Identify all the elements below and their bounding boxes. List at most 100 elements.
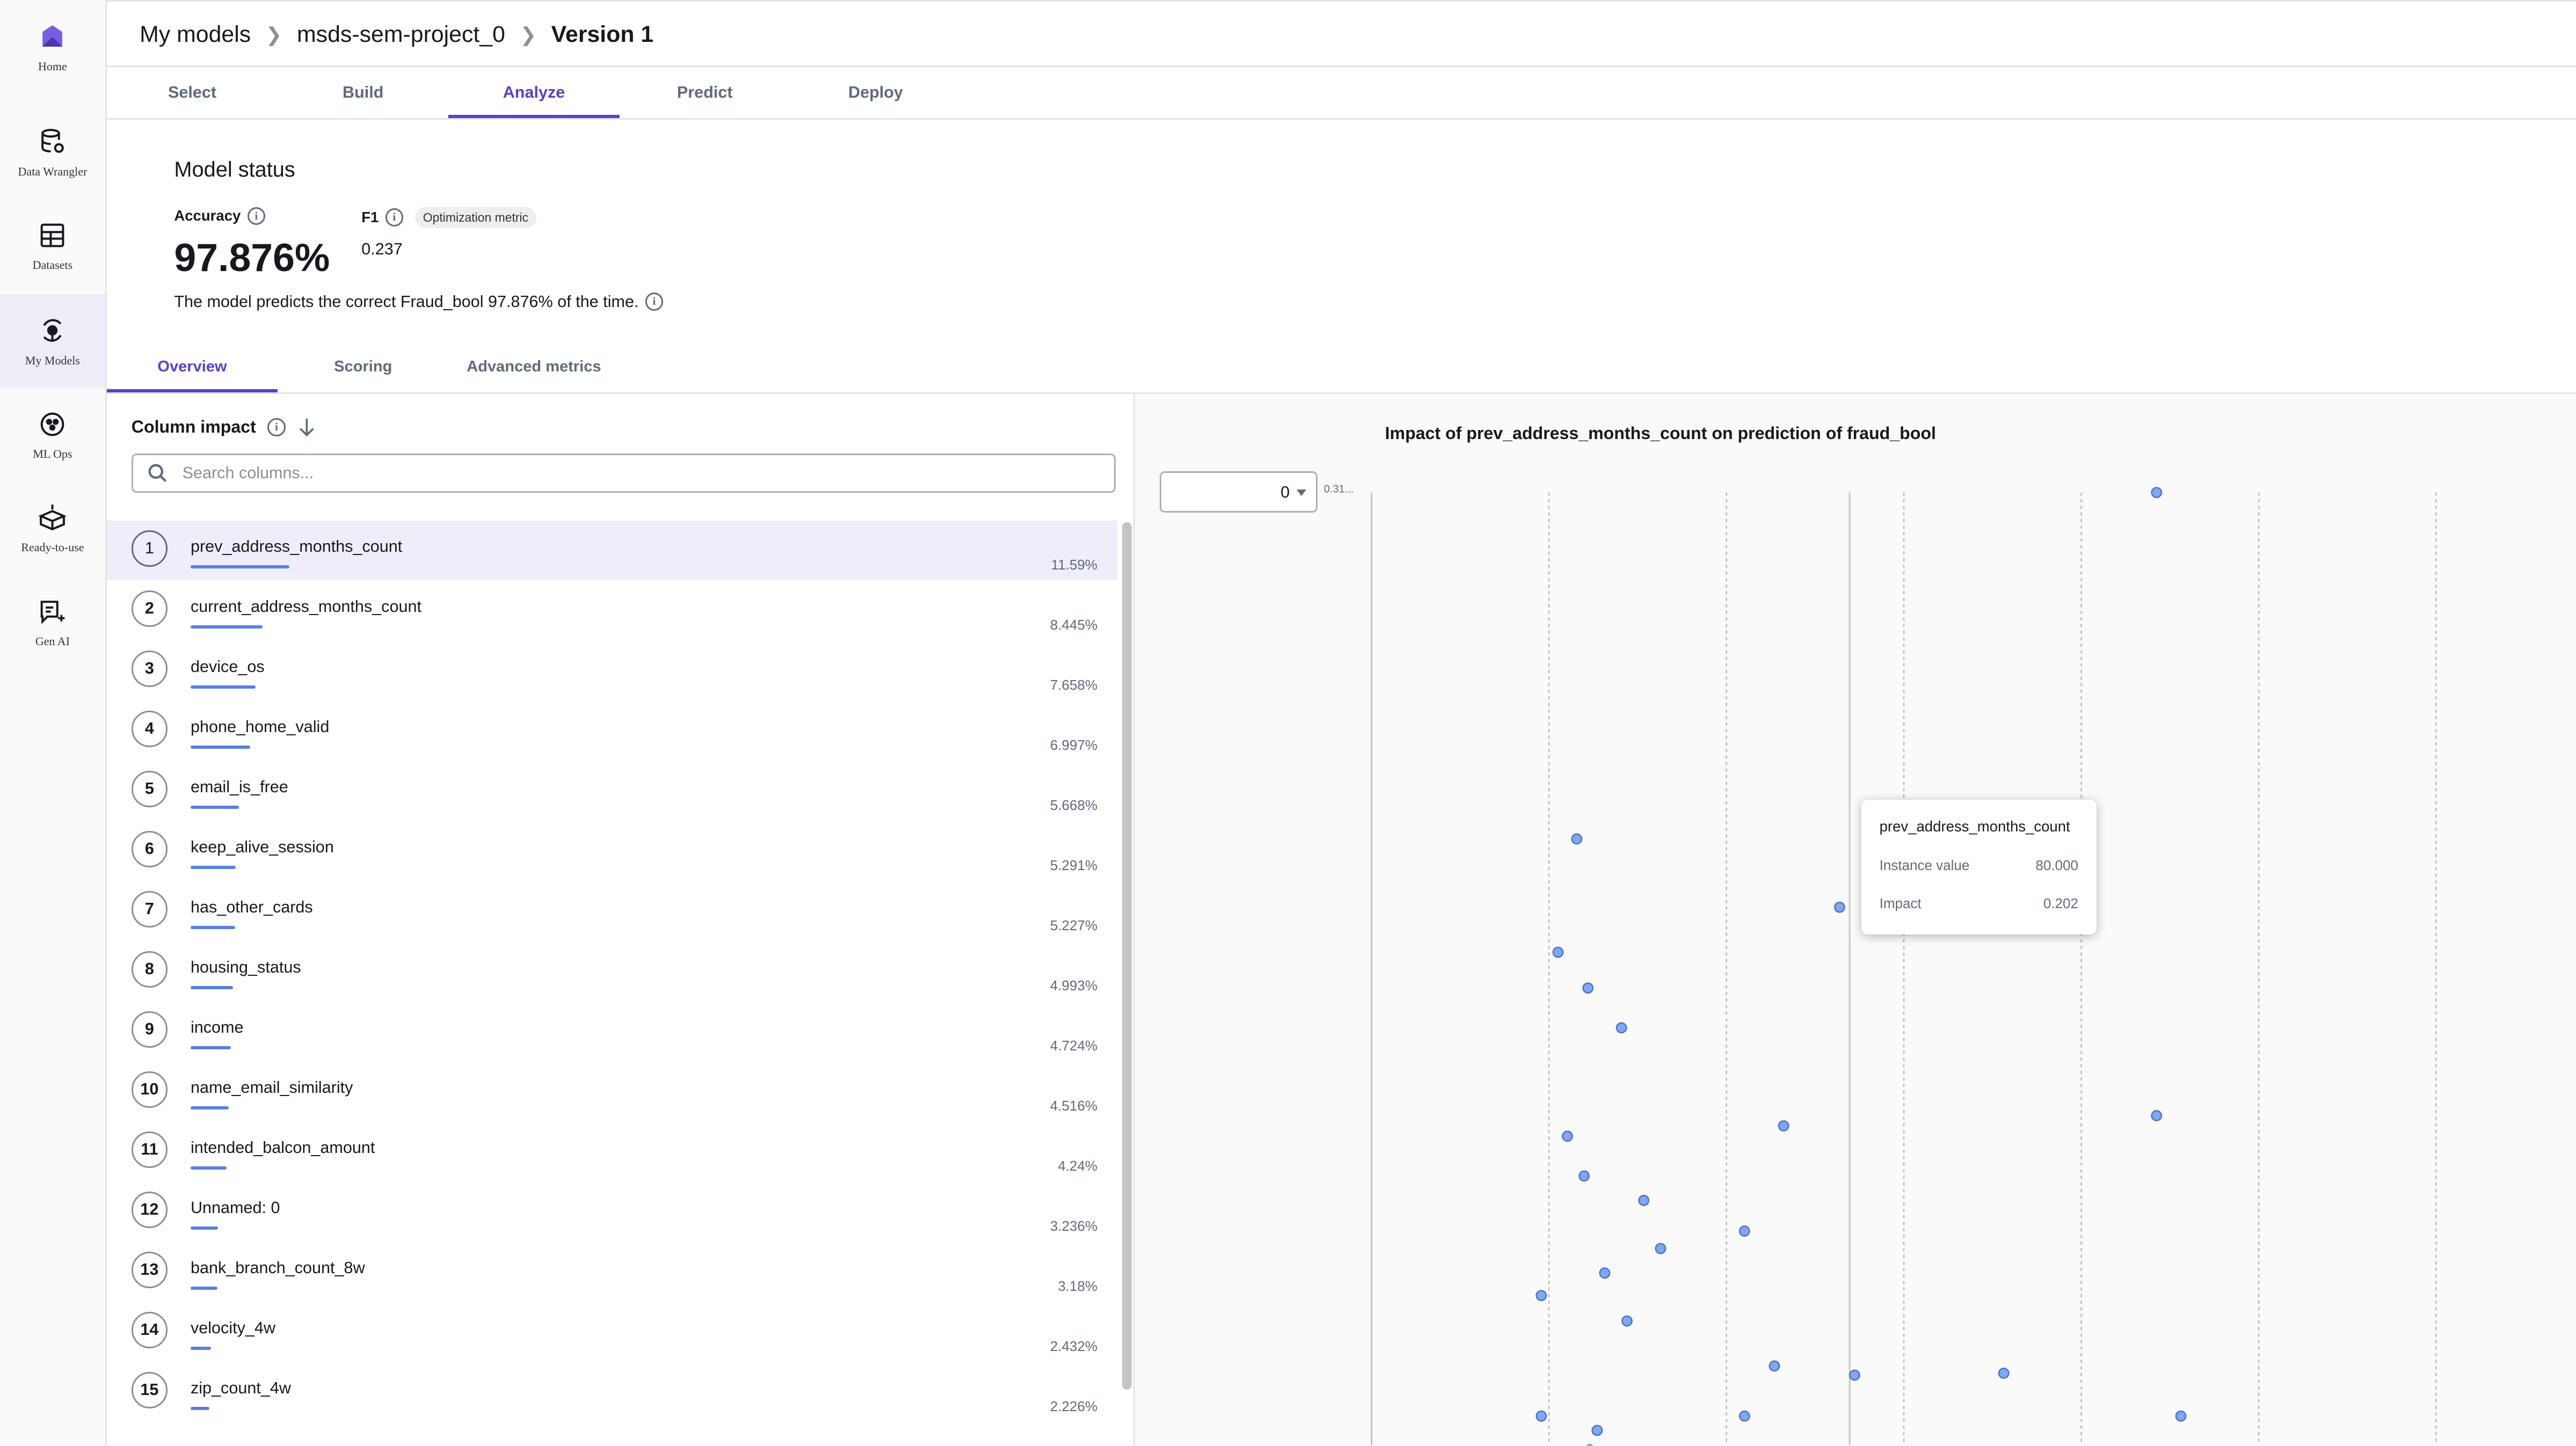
tab-select[interactable]: Select [107, 67, 278, 118]
class-select-value: 0 [1280, 483, 1290, 501]
model-description-text: The model predicts the correct Fraud_boo… [174, 292, 639, 311]
scatter-point[interactable] [1536, 1290, 1547, 1302]
tab-overview[interactable]: Overview [106, 341, 278, 393]
scatter-point[interactable] [1998, 1368, 2010, 1379]
top-border [106, 0, 2576, 2]
nav-label-ml-ops: ML Ops [33, 447, 72, 461]
tab-deploy[interactable]: Deploy [790, 67, 961, 118]
nav-item-my-models[interactable]: My Models [0, 294, 105, 388]
list-item[interactable]: 1 prev_address_months_count 11.59% [106, 521, 1117, 580]
scatter-point[interactable] [1599, 1267, 1611, 1279]
list-item[interactable]: 13 bank_branch_count_8w 3.18% [107, 1242, 1117, 1301]
list-item[interactable]: 8 housing_status 4.993% [107, 941, 1117, 1000]
scatter-point[interactable] [1655, 1243, 1667, 1254]
info-icon[interactable]: i [267, 418, 286, 436]
scatter-point[interactable] [1739, 1411, 1751, 1422]
tab-advanced-metrics[interactable]: Advanced metrics [448, 341, 619, 392]
scatter-point[interactable] [1552, 947, 1564, 958]
column-name: has_other_cards [190, 897, 313, 916]
scatter-point[interactable] [1849, 1370, 1861, 1381]
breadcrumb-my-models[interactable]: My models [140, 21, 251, 48]
nav-item-home[interactable]: Home [0, 0, 105, 93]
list-item[interactable]: 2 current_address_months_count 8.445% [107, 581, 1117, 640]
list-item[interactable]: 15 zip_count_4w 2.226% [107, 1362, 1117, 1421]
scatter-point[interactable] [1621, 1316, 1633, 1327]
impact-percent: 4.724% [1050, 1038, 1098, 1054]
tab-build[interactable]: Build [278, 67, 448, 118]
list-scrollbar[interactable] [1122, 522, 1132, 1390]
rank-badge: 9 [131, 1011, 168, 1048]
scatter-point[interactable] [1562, 1130, 1574, 1142]
f1-value: 0.237 [361, 239, 403, 258]
optimization-metric-badge: Optimization metric [414, 207, 537, 228]
info-icon[interactable]: i [385, 208, 404, 227]
breadcrumb-project[interactable]: msds-sem-project_0 [297, 21, 505, 48]
impact-percent: 2.432% [1050, 1338, 1098, 1355]
list-item[interactable]: 6 keep_alive_session 5.291% [107, 821, 1117, 880]
model-description: The model predicts the correct Fraud_boo… [174, 292, 664, 311]
nav-item-gen-ai[interactable]: Gen AI [0, 575, 105, 668]
f1-label-group: F1 i Optimization metric [361, 207, 537, 228]
scatter-point[interactable] [1536, 1411, 1547, 1422]
nav-item-ready-to-use[interactable]: Ready-to-use [0, 481, 105, 575]
models-icon [36, 314, 69, 347]
database-icon [36, 125, 69, 158]
scatter-point[interactable] [1578, 1170, 1590, 1182]
list-item[interactable]: 4 phone_home_valid 6.997% [107, 701, 1117, 760]
rank-badge: 15 [131, 1372, 168, 1408]
impact-bar [190, 1406, 210, 1410]
class-select[interactable]: 0 [1160, 471, 1318, 513]
model-status-title: Model status [174, 157, 295, 181]
impact-percent: 4.24% [1058, 1158, 1098, 1174]
breadcrumb-version: Version 1 [551, 21, 654, 47]
scatter-point[interactable] [1769, 1360, 1780, 1372]
scatter-point[interactable] [1616, 1022, 1627, 1034]
info-icon[interactable]: i [247, 207, 266, 225]
search-input[interactable] [179, 462, 1073, 484]
scatter-point[interactable] [1739, 1225, 1751, 1237]
list-item[interactable]: 14 velocity_4w 2.432% [107, 1302, 1117, 1361]
impact-bar [190, 1106, 229, 1109]
scatter-point[interactable] [1834, 902, 1846, 914]
tooltip-impact-label: Impact [1879, 895, 1922, 911]
tab-predict[interactable]: Predict [620, 67, 790, 118]
impact-bar [190, 865, 236, 869]
tooltip-instance-value: 80.000 [2035, 857, 2078, 874]
list-item[interactable]: 10 name_email_similarity 4.516% [107, 1062, 1117, 1121]
list-item[interactable]: 3 device_os 7.658% [107, 641, 1117, 700]
impact-percent: 8.445% [1050, 617, 1098, 633]
rank-badge: 4 [131, 711, 168, 747]
rank-badge: 8 [131, 951, 168, 988]
impact-percent: 4.993% [1050, 977, 1098, 994]
impact-bar [190, 805, 239, 809]
home-icon [36, 20, 69, 53]
nav-item-datasets[interactable]: Datasets [0, 199, 105, 292]
scatter-point[interactable] [1778, 1120, 1789, 1132]
list-item[interactable]: 5 email_is_free 5.668% [107, 761, 1117, 820]
scatter-point[interactable] [2151, 487, 2163, 499]
caret-down-icon [1296, 489, 1306, 496]
nav-item-data-wrangler[interactable]: Data Wrangler [0, 105, 105, 199]
list-item[interactable]: 12 Unnamed: 0 3.236% [107, 1182, 1117, 1241]
list-item[interactable]: 11 intended_balcon_amount 4.24% [107, 1122, 1117, 1181]
chart-title: Impact of prev_address_months_count on p… [1385, 423, 1936, 443]
list-item[interactable]: 7 has_other_cards 5.227% [107, 881, 1117, 940]
info-icon[interactable]: i [645, 293, 664, 311]
scatter-point[interactable] [2175, 1411, 2187, 1422]
nav-item-ml-ops[interactable]: ML Ops [0, 388, 105, 481]
tab-scoring[interactable]: Scoring [278, 341, 448, 392]
column-name: device_os [190, 657, 265, 676]
tab-analyze[interactable]: Analyze [448, 67, 620, 119]
rank-badge: 2 [131, 590, 168, 627]
scatter-point[interactable] [1571, 833, 1583, 845]
scatter-point[interactable] [1638, 1195, 1650, 1207]
sort-descending-icon[interactable] [297, 417, 317, 437]
f1-label: F1 [361, 209, 379, 226]
scatter-point[interactable] [1582, 982, 1594, 994]
list-item[interactable]: 9 income 4.724% [107, 1002, 1117, 1061]
scatter-point[interactable] [1591, 1425, 1603, 1436]
chevron-right-icon: ❯ [520, 23, 537, 46]
column-name: Unnamed: 0 [190, 1198, 280, 1217]
scatter-point[interactable] [2151, 1110, 2163, 1122]
left-navigation: Home Data Wrangler Datasets My Models ML… [0, 0, 107, 1445]
